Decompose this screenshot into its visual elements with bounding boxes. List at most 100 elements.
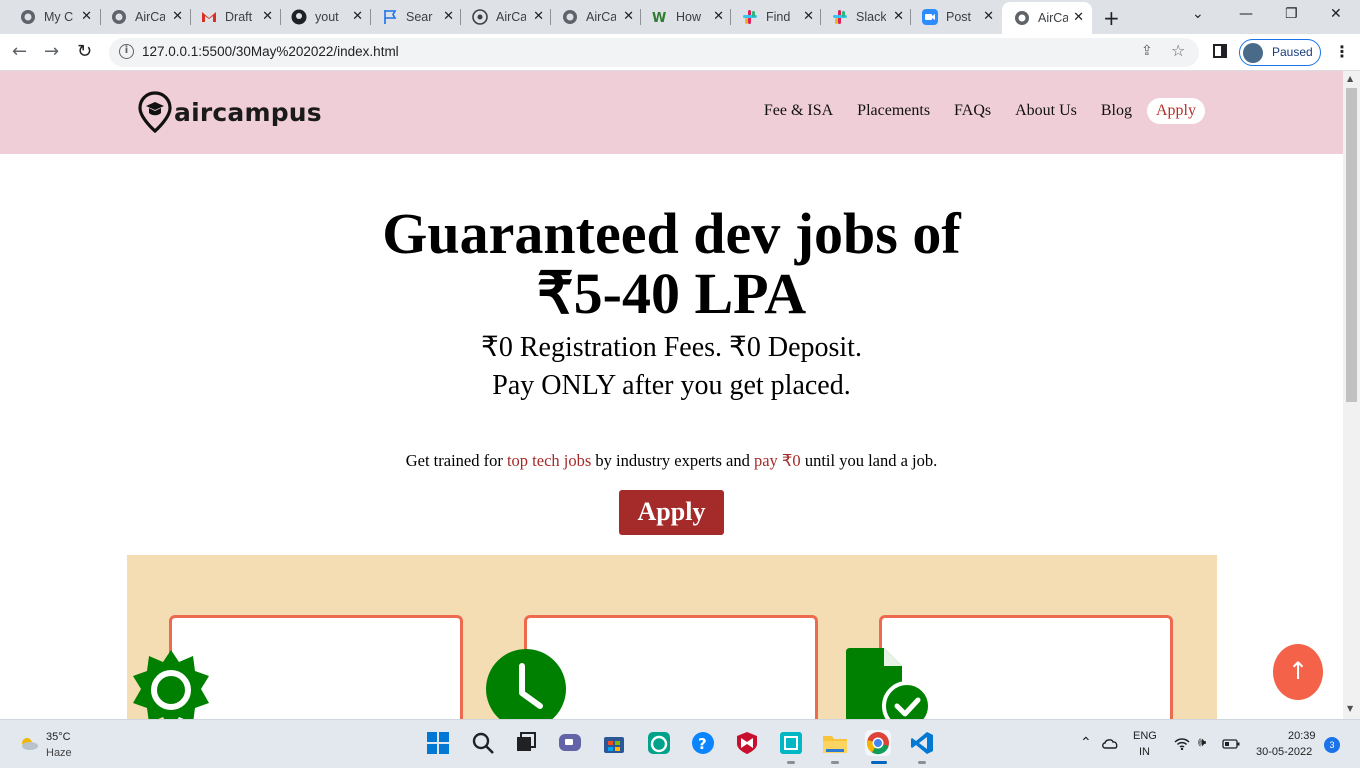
close-icon[interactable]: ✕: [81, 9, 92, 24]
search-icon[interactable]: [470, 730, 496, 756]
os-taskbar: 35°C Haze ? ⌃ ENG IN 🕪 20:39 30-05-2022 …: [0, 719, 1360, 768]
close-icon[interactable]: ✕: [623, 9, 634, 24]
help-icon[interactable]: ?: [690, 730, 716, 756]
url-text[interactable]: 127.0.0.1:5500/30May%202022/index.html: [142, 44, 399, 59]
mcafee-icon[interactable]: [734, 730, 760, 756]
back-arrow-icon[interactable]: ←: [12, 41, 27, 62]
close-icon[interactable]: ✕: [262, 9, 273, 24]
more-menu-icon[interactable]: ⋮: [1334, 42, 1350, 61]
tagline-highlight-pay: pay ₹0: [753, 451, 801, 470]
chat-icon[interactable]: [557, 730, 583, 756]
app-icon[interactable]: [646, 730, 672, 756]
gmail-icon: [201, 9, 217, 25]
feature-card: [524, 615, 818, 719]
nav-blog[interactable]: Blog: [1101, 102, 1132, 120]
chrome-ext-icon: [472, 9, 488, 25]
clock-icon: [486, 649, 566, 719]
vscode-icon[interactable]: [909, 730, 935, 756]
haze-weather-icon: [22, 738, 38, 750]
nav-about-us[interactable]: About Us: [1015, 102, 1077, 120]
page-scrollbar[interactable]: ▲ ▼: [1343, 71, 1360, 719]
hero-subtitle-line-2: Pay ONLY after you get placed.: [492, 370, 851, 401]
feature-card: [169, 615, 463, 719]
new-tab-icon[interactable]: +: [1103, 6, 1120, 30]
close-icon[interactable]: ✕: [803, 9, 814, 24]
task-view-icon[interactable]: [513, 730, 539, 756]
scroll-up-arrow-icon[interactable]: ▲: [1347, 74, 1353, 83]
map-pin-graduation-icon: [138, 91, 172, 133]
nav-fee-isa[interactable]: Fee & ISA: [764, 102, 833, 120]
clock-date[interactable]: 30-05-2022: [1256, 746, 1312, 758]
bookmark-star-icon[interactable]: ☆: [1171, 41, 1185, 60]
close-icon[interactable]: ✕: [713, 9, 724, 24]
browser-tab[interactable]: AirCa ✕: [550, 4, 642, 30]
notification-badge[interactable]: 3: [1324, 737, 1340, 753]
tab-search-icon[interactable]: ⌄: [1192, 6, 1204, 22]
hero-apply-button[interactable]: Apply: [619, 490, 724, 535]
tagline-highlight-jobs: top tech jobs: [506, 451, 592, 470]
site-info-icon[interactable]: i: [119, 44, 134, 59]
scroll-down-arrow-icon[interactable]: ▼: [1347, 704, 1353, 713]
wifi-icon[interactable]: [1174, 737, 1190, 750]
store-icon[interactable]: [601, 730, 627, 756]
clock-time[interactable]: 20:39: [1288, 730, 1316, 742]
document-check-icon: [846, 648, 932, 719]
nav-placements[interactable]: Placements: [857, 102, 930, 120]
features-section: [127, 555, 1217, 719]
close-window-icon[interactable]: ✕: [1330, 6, 1342, 22]
region-indicator[interactable]: IN: [1139, 746, 1150, 758]
close-icon[interactable]: ✕: [172, 9, 183, 24]
hero-subtitle-line-1: ₹0 Registration Fees. ₹0 Deposit.: [481, 332, 862, 363]
browser-tab[interactable]: AirCa ✕: [460, 4, 552, 30]
minimize-icon[interactable]: —: [1239, 6, 1253, 22]
nav-faqs[interactable]: FAQs: [954, 102, 991, 120]
browser-tab[interactable]: My C ✕: [8, 4, 100, 30]
browser-tab[interactable]: W How ✕: [640, 4, 732, 30]
tagline: Get trained for top tech jobs by industr…: [0, 451, 1343, 471]
flag-icon: [382, 9, 398, 25]
onedrive-icon[interactable]: [1101, 737, 1119, 749]
zoom-icon: [922, 9, 938, 25]
chevron-up-icon[interactable]: ⌃: [1080, 734, 1092, 751]
profile-button[interactable]: Paused: [1239, 39, 1321, 66]
svg-text:W: W: [652, 11, 666, 24]
file-explorer-icon[interactable]: [822, 730, 848, 756]
browser-tab[interactable]: yout ✕: [279, 4, 371, 30]
tagline-text: Get trained for: [405, 451, 507, 470]
language-indicator[interactable]: ENG: [1133, 730, 1157, 742]
address-bar[interactable]: i 127.0.0.1:5500/30May%202022/index.html…: [109, 38, 1199, 67]
restore-icon[interactable]: ❐: [1285, 6, 1298, 22]
scrollbar-thumb[interactable]: [1346, 88, 1357, 402]
chrome-icon[interactable]: [865, 730, 891, 756]
running-indicator: [787, 761, 795, 764]
browser-tab[interactable]: Find ✕: [730, 4, 822, 30]
browser-tab[interactable]: AirCa ✕: [99, 4, 191, 30]
active-app-indicator: [871, 761, 887, 764]
close-icon[interactable]: ✕: [983, 9, 994, 24]
browser-tab[interactable]: Post ✕: [910, 4, 1002, 30]
main-nav: Fee & ISA Placements FAQs About Us Blog …: [740, 98, 1205, 124]
wikihow-icon: W: [652, 9, 668, 25]
reload-icon[interactable]: ↻: [77, 41, 92, 62]
volume-icon[interactable]: 🕪: [1198, 734, 1206, 750]
start-menu-icon[interactable]: [425, 730, 451, 756]
close-icon[interactable]: ✕: [443, 9, 454, 24]
running-indicator: [831, 761, 839, 764]
close-icon[interactable]: ✕: [893, 9, 904, 24]
forward-arrow-icon[interactable]: →: [44, 41, 59, 62]
tagline-text: until you land a job.: [800, 451, 938, 470]
nav-apply-button[interactable]: Apply: [1147, 98, 1205, 124]
scroll-to-top-button[interactable]: ↑: [1273, 644, 1323, 700]
browser-tab[interactable]: Sear ✕: [370, 4, 462, 30]
browser-tab[interactable]: Draft ✕: [189, 4, 281, 30]
close-icon[interactable]: ✕: [1073, 10, 1084, 25]
close-icon[interactable]: ✕: [533, 9, 544, 24]
app-icon[interactable]: [778, 730, 804, 756]
close-icon[interactable]: ✕: [352, 9, 363, 24]
browser-tab[interactable]: Slack ✕: [820, 4, 912, 30]
share-icon[interactable]: ⇪: [1141, 43, 1153, 59]
browser-tab-active[interactable]: AirCa ✕: [1002, 2, 1092, 34]
battery-icon[interactable]: [1222, 739, 1240, 749]
side-panel-icon[interactable]: [1213, 44, 1227, 58]
logo[interactable]: aircampus: [138, 91, 322, 133]
